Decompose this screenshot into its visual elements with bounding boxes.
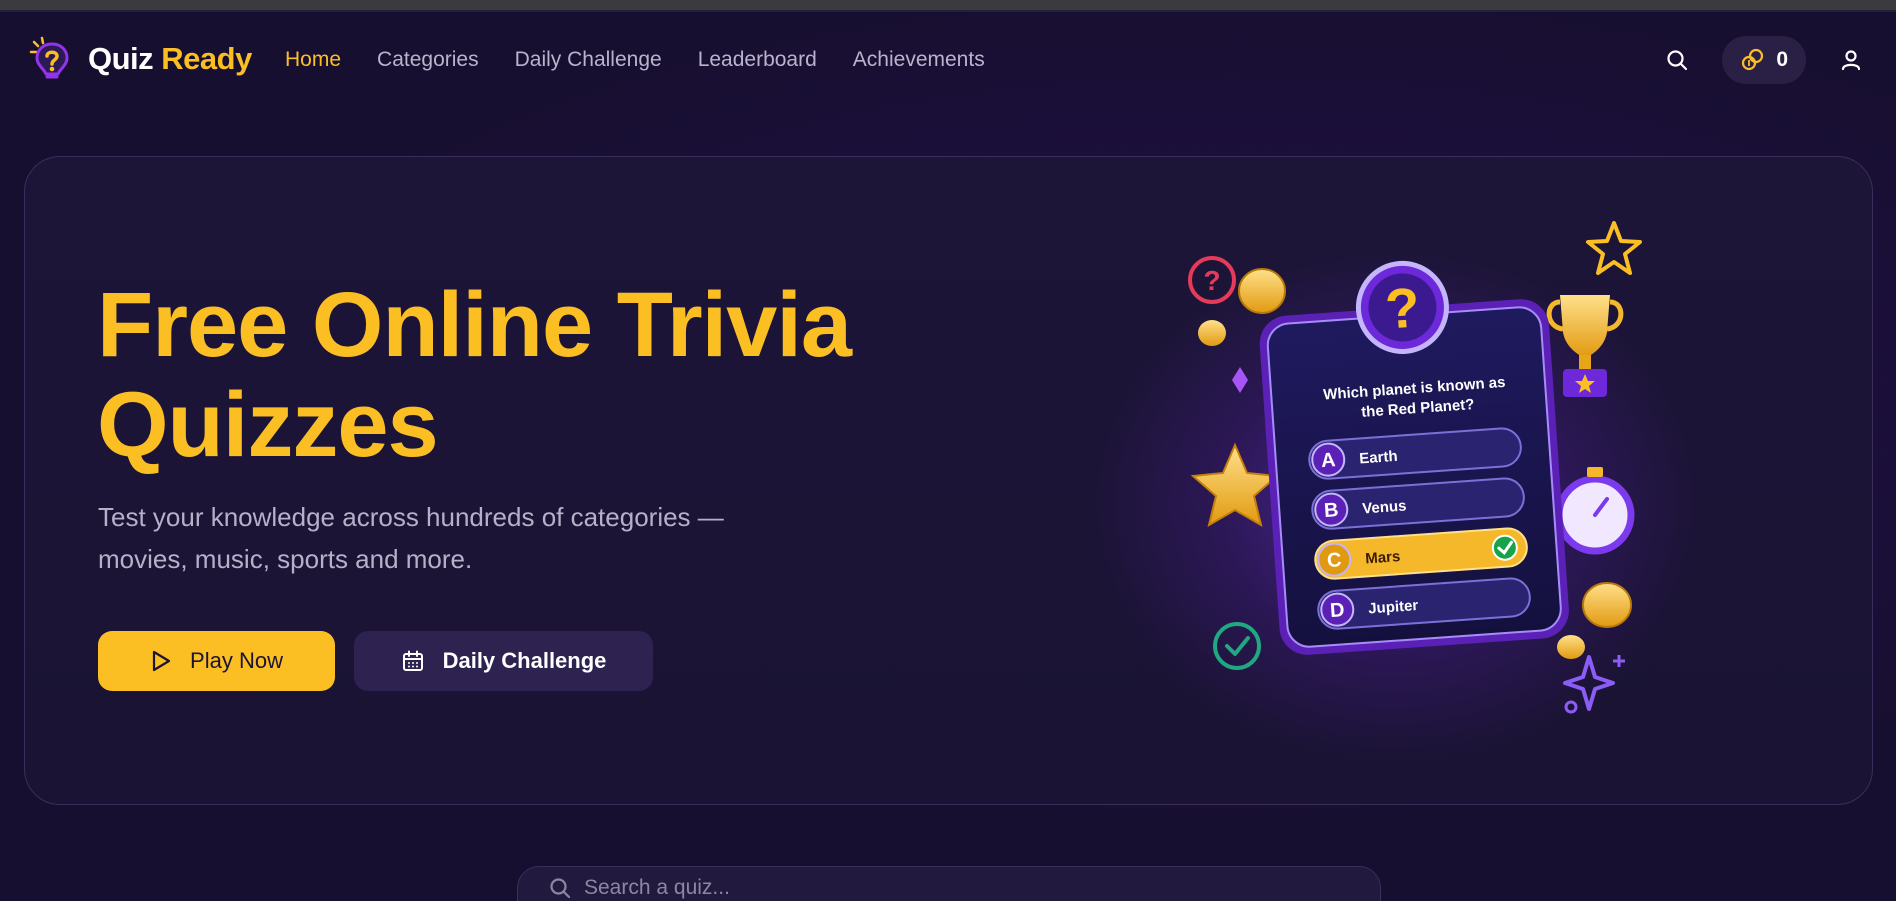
stopwatch-icon — [1555, 467, 1635, 555]
svg-text:?: ? — [1203, 265, 1220, 296]
search-button[interactable] — [1658, 41, 1696, 79]
nav-daily-challenge[interactable]: Daily Challenge — [515, 48, 662, 72]
option-letter: D — [1329, 599, 1345, 622]
gem-icon — [1232, 367, 1248, 393]
hero-section: Free Online Trivia Quizzes Test your kno… — [24, 156, 1873, 805]
daily-challenge-label: Daily Challenge — [442, 648, 607, 673]
checkmark-circle-icon — [1213, 622, 1261, 670]
coins-badge[interactable]: 0 — [1722, 36, 1806, 84]
browser-top-strip — [0, 0, 1896, 12]
lightbulb-question-icon — [29, 36, 69, 79]
daily-challenge-button[interactable]: Daily Challenge — [354, 631, 653, 691]
calendar-icon — [402, 650, 423, 671]
hero-subtitle: Test your knowledge across hundreds of c… — [98, 502, 724, 574]
quiz-search-bar — [517, 866, 1381, 901]
brand-word-ready: Ready — [161, 41, 252, 76]
sparkle-icon — [1563, 655, 1625, 714]
play-icon — [152, 650, 171, 672]
coins-icon — [1742, 48, 1764, 71]
option-text: Mars — [1365, 548, 1401, 567]
nav-leaderboard[interactable]: Leaderboard — [698, 48, 817, 72]
gold-star-icon — [1190, 442, 1280, 528]
user-icon — [1841, 50, 1861, 71]
option-text: Venus — [1362, 497, 1407, 517]
profile-button[interactable] — [1832, 41, 1870, 79]
site-header: Quiz Ready Home Categories Daily Challen… — [0, 12, 1896, 108]
nav-achievements[interactable]: Achievements — [853, 48, 985, 72]
hero-title: Free Online Trivia Quizzes — [97, 274, 852, 476]
play-now-label: Play Now — [190, 648, 283, 673]
trophy-icon — [1546, 295, 1624, 397]
option-text: Earth — [1359, 448, 1398, 468]
option-letter: A — [1320, 449, 1336, 472]
search-icon — [550, 878, 571, 899]
search-icon — [1667, 50, 1688, 71]
correct-check-icon — [1491, 534, 1518, 561]
quiz-search-input[interactable] — [584, 876, 1344, 900]
main-nav: Home Categories Daily Challenge Leaderbo… — [285, 48, 985, 72]
coins-count: 0 — [1776, 48, 1788, 71]
header-actions: 0 — [1658, 36, 1870, 84]
play-now-button[interactable]: Play Now — [98, 631, 335, 691]
star-outline-icon — [1586, 221, 1642, 275]
brand-name: Quiz Ready — [88, 41, 252, 77]
nav-home[interactable]: Home — [285, 48, 341, 72]
nav-categories[interactable]: Categories — [377, 48, 479, 72]
option-letter: B — [1323, 499, 1339, 522]
quiz-card-illustration: ? ? Which planet is known as the Red Pla… — [1188, 221, 1642, 714]
svg-text:?: ? — [1383, 275, 1422, 340]
brand-logo[interactable]: Quiz Ready — [28, 36, 252, 82]
option-letter: C — [1326, 549, 1342, 572]
question-mark-circle-icon: ? — [1188, 256, 1236, 304]
option-text: Jupiter — [1368, 597, 1419, 617]
brand-word-quiz: Quiz — [88, 41, 154, 76]
